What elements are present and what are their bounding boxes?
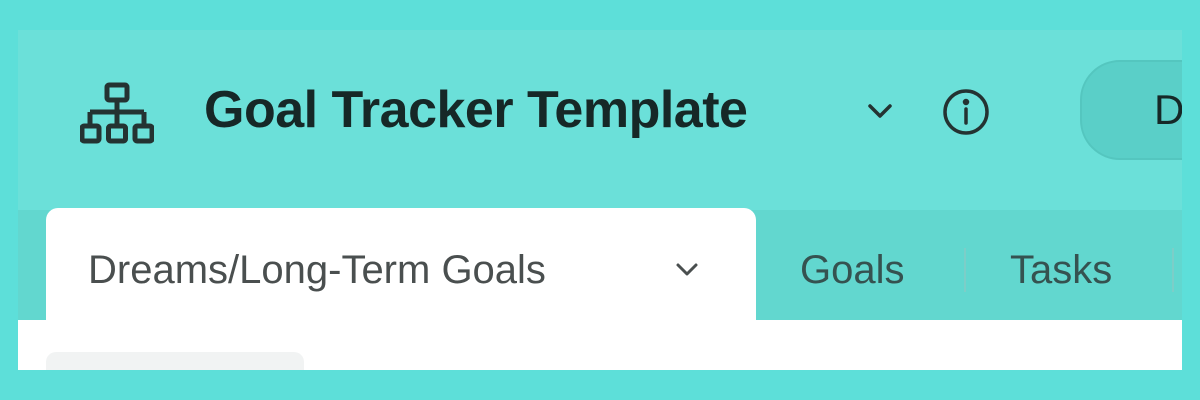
tab-separator	[1172, 248, 1174, 292]
chevron-down-icon[interactable]	[862, 96, 898, 126]
view-mode-label: Da	[1154, 86, 1182, 133]
app-window: Goal Tracker Template Da Dreams/Long-Ter…	[18, 30, 1182, 370]
tab-label-dreams: Dreams/Long-Term Goals	[88, 248, 546, 292]
chevron-down-icon[interactable]	[672, 258, 702, 282]
tab-goals[interactable]: Goals	[800, 248, 905, 293]
base-title[interactable]: Goal Tracker Template	[204, 80, 748, 140]
tab-tasks[interactable]: Tasks	[1010, 248, 1112, 293]
tab-separator	[964, 248, 966, 292]
info-icon[interactable]	[942, 88, 990, 136]
hierarchy-icon[interactable]	[80, 82, 154, 146]
toolbar-placeholder[interactable]	[46, 352, 304, 370]
